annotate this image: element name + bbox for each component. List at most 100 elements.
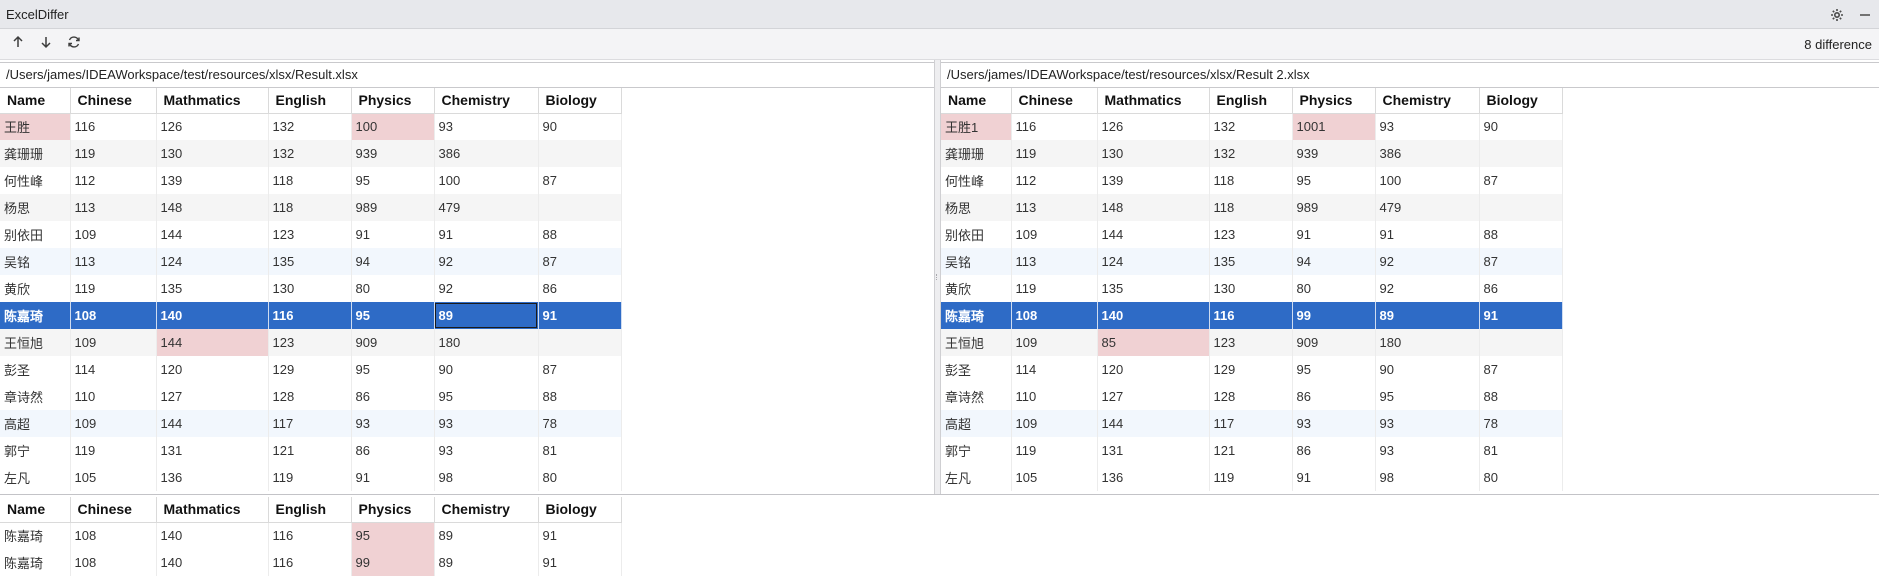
table-row[interactable]: 左凡 105 136 119 91 98 80 [941,464,1563,491]
table-cell[interactable]: 479 [434,194,539,221]
table-cell[interactable]: 黄欣 [941,275,1012,302]
table-cell[interactable]: 386 [1375,140,1480,167]
table-cell[interactable]: 144 [1097,410,1210,437]
table-row[interactable]: 别依田 109 144 123 91 91 88 [941,221,1563,248]
table-cell[interactable]: 112 [1011,167,1098,194]
table-cell[interactable]: 93 [434,410,539,437]
table-cell[interactable]: 989 [1292,194,1376,221]
table-cell[interactable]: 144 [156,329,269,356]
column-header[interactable]: English [268,497,352,523]
table-cell[interactable]: 王胜 [0,113,71,140]
table-cell[interactable]: 93 [434,113,539,140]
table-cell[interactable]: 别依田 [941,221,1012,248]
table-cell[interactable]: 93 [1375,410,1480,437]
table-row[interactable]: 龚珊珊 119 130 132 939 386 [941,140,1563,167]
table-row[interactable]: 黄欣 119 135 130 80 92 86 [941,275,1563,302]
refresh-button[interactable] [64,34,84,54]
table-cell[interactable]: 95 [1292,356,1376,383]
column-header[interactable]: Physics [1292,88,1376,114]
table-cell[interactable]: 119 [1011,140,1098,167]
table-cell[interactable]: 108 [70,302,157,329]
table-cell[interactable]: 87 [538,167,622,194]
table-cell[interactable]: 86 [1479,275,1563,302]
table-cell[interactable]: 94 [351,248,435,275]
table-row[interactable]: 彭圣 114 120 129 95 90 87 [941,356,1563,383]
column-header[interactable]: Name [0,88,71,114]
table-cell[interactable]: 140 [156,549,269,576]
table-cell[interactable]: 116 [268,522,352,549]
table-cell[interactable]: 108 [1011,302,1098,329]
table-cell[interactable]: 116 [268,549,352,576]
table-row[interactable]: 吴铭 113 124 135 94 92 87 [0,248,622,275]
table-cell[interactable]: 136 [156,464,269,491]
table-cell[interactable]: 130 [1097,140,1210,167]
table-cell[interactable]: 95 [1375,383,1480,410]
previous-difference-button[interactable] [8,34,28,54]
table-row[interactable]: 郭宁 119 131 121 86 93 81 [941,437,1563,464]
table-cell[interactable]: 92 [434,248,539,275]
table-cell[interactable]: 91 [538,549,622,576]
table-cell[interactable]: 117 [268,410,352,437]
table-row[interactable]: 彭圣 114 120 129 95 90 87 [0,356,622,383]
table-cell[interactable]: 章诗然 [0,383,71,410]
table-cell[interactable]: 118 [268,167,352,194]
table-row[interactable]: 何性峰 112 139 118 95 100 87 [941,167,1563,194]
table-cell[interactable]: 87 [1479,167,1563,194]
gear-icon[interactable] [1829,7,1845,23]
column-header[interactable]: Biology [1479,88,1563,114]
table-row[interactable]: 陈嘉琦 108 140 116 95 89 91 [0,302,622,329]
table-cell[interactable]: 93 [351,410,435,437]
table-cell[interactable]: 119 [1209,464,1293,491]
table-cell[interactable]: 130 [268,275,352,302]
table-cell[interactable]: 109 [1011,221,1098,248]
table-cell[interactable]: 114 [70,356,157,383]
table-row[interactable]: 高超 109 144 117 93 93 78 [0,410,622,437]
column-header[interactable]: Mathmatics [156,497,269,523]
table-row[interactable]: 何性峰 112 139 118 95 100 87 [0,167,622,194]
column-header[interactable]: Biology [538,88,622,114]
table-cell[interactable]: 135 [268,248,352,275]
table-cell[interactable]: 126 [156,113,269,140]
table-cell[interactable]: 91 [538,302,622,329]
table-cell[interactable]: 郭宁 [941,437,1012,464]
table-row[interactable]: 别依田 109 144 123 91 91 88 [0,221,622,248]
table-row[interactable]: 王胜1 116 126 132 1001 93 90 [941,113,1563,140]
next-difference-button[interactable] [36,34,56,54]
table-cell[interactable]: 99 [1292,302,1376,329]
table-cell[interactable]: 86 [1292,383,1376,410]
table-cell[interactable]: 91 [1479,302,1563,329]
table-cell[interactable]: 135 [156,275,269,302]
table-cell[interactable]: 128 [1209,383,1293,410]
table-row[interactable]: 章诗然 110 127 128 86 95 88 [941,383,1563,410]
table-row[interactable]: 陈嘉琦 108 140 116 99 89 91 [0,549,622,576]
splitter-grip[interactable] [936,274,939,280]
table-cell[interactable]: 109 [1011,410,1098,437]
table-cell[interactable]: 94 [1292,248,1376,275]
table-row[interactable]: 吴铭 113 124 135 94 92 87 [941,248,1563,275]
column-header[interactable]: Physics [351,88,435,114]
table-cell[interactable]: 80 [1292,275,1376,302]
table-cell[interactable]: 彭圣 [941,356,1012,383]
table-cell[interactable]: 121 [268,437,352,464]
table-cell[interactable]: 119 [70,275,157,302]
table-cell[interactable]: 91 [351,464,435,491]
table-cell[interactable]: 132 [1209,113,1293,140]
table-cell[interactable] [538,140,622,167]
table-cell[interactable]: 92 [1375,275,1480,302]
table-cell[interactable]: 939 [1292,140,1376,167]
table-cell[interactable]: 99 [351,549,435,576]
table-cell[interactable] [538,329,622,356]
table-cell[interactable]: 龚珊珊 [941,140,1012,167]
table-cell[interactable]: 132 [1209,140,1293,167]
table-row[interactable]: 高超 109 144 117 93 93 78 [941,410,1563,437]
table-cell[interactable]: 龚珊珊 [0,140,71,167]
table-cell[interactable]: 86 [1292,437,1376,464]
table-cell[interactable]: 109 [1011,329,1098,356]
table-cell[interactable]: 136 [1097,464,1210,491]
table-cell[interactable]: 123 [1209,329,1293,356]
table-row[interactable]: 章诗然 110 127 128 86 95 88 [0,383,622,410]
table-cell[interactable]: 88 [1479,383,1563,410]
table-cell[interactable]: 78 [538,410,622,437]
table-cell[interactable]: 高超 [941,410,1012,437]
table-cell[interactable]: 91 [351,221,435,248]
